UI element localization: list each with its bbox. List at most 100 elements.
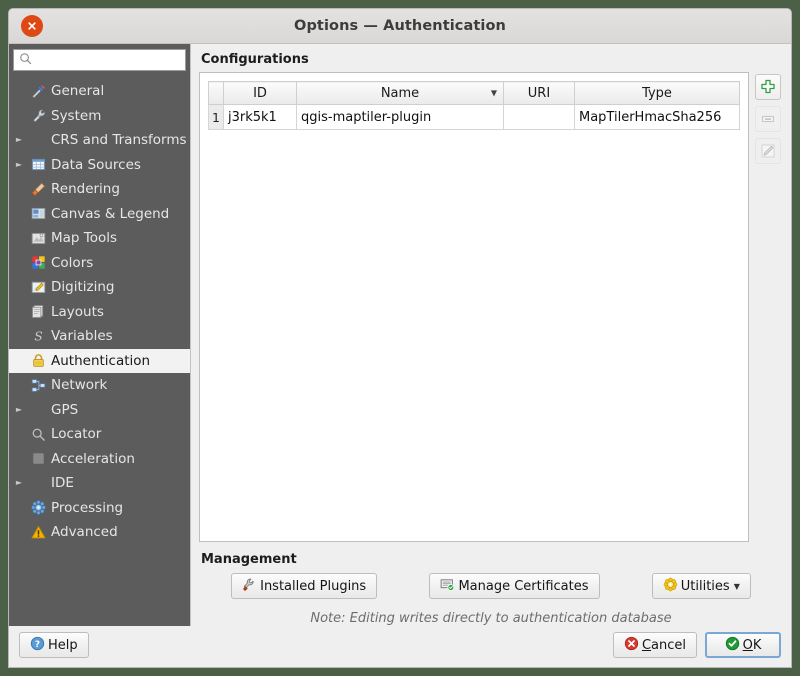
sidebar-item-canvas-legend[interactable]: Canvas & Legend [9,202,190,227]
map-tools-icon [27,231,49,246]
sidebar-item-map-tools[interactable]: Map Tools [9,226,190,251]
configurations-area: ID Name ▼ URI Type 1 j3rk5k1 qgis-maptiler… [199,72,783,542]
system-icon [27,108,49,123]
sidebar-item-label: IDE [51,475,74,492]
certificate-icon [440,577,455,596]
search-input[interactable] [32,52,180,68]
digitizing-icon [27,280,49,295]
sidebar-item-data-sources[interactable]: ► Data Sources [9,153,190,178]
expand-arrow-icon[interactable]: ► [11,479,27,487]
row-number-cell: 1 [208,104,224,130]
cell-id: j3rk5k1 [223,104,297,130]
sidebar-item-colors[interactable]: Colors [9,251,190,276]
chevron-down-icon: ▼ [733,581,740,591]
warning-icon [27,525,49,540]
general-icon [27,84,49,99]
cancel-icon [624,636,639,655]
sidebar-nav-list: General System ► CRS and Transforms ► Data So… [9,75,190,626]
options-sidebar: General System ► CRS and Transforms ► Data So… [9,44,191,626]
management-title: Management [201,552,297,567]
sidebar-item-label: Variables [51,328,113,345]
cancel-label-rest: ancel [651,637,686,653]
sidebar-item-gps[interactable]: ► GPS [9,398,190,423]
search-box[interactable] [13,49,186,71]
sidebar-item-label: Network [51,377,108,394]
edit-configuration-button[interactable] [755,138,781,164]
close-icon[interactable] [21,15,43,37]
utilities-button[interactable]: Utilities ▼ [651,573,751,599]
svg-text:?: ? [35,639,40,649]
remove-configuration-button[interactable] [755,106,781,132]
footer-actions: Cancel OK [612,632,781,658]
ok-icon [725,636,740,655]
acceleration-icon [27,451,49,466]
sidebar-item-label: Processing [51,499,124,516]
processing-icon [27,500,49,515]
sidebar-item-network[interactable]: Network [9,373,190,398]
help-button[interactable]: ? Help [19,632,89,658]
installed-plugins-label: Installed Plugins [260,578,367,594]
sidebar-item-label: Locator [51,426,102,443]
sidebar-item-advanced[interactable]: Advanced [9,520,190,545]
sidebar-item-digitizing[interactable]: Digitizing [9,275,190,300]
management-buttons-row: Installed Plugins Manage Certificates Ut… [199,573,783,601]
search-icon [27,427,49,442]
sidebar-item-label: Advanced [51,524,118,541]
sidebar-item-system[interactable]: System [9,104,190,129]
colors-icon [27,255,49,270]
expand-arrow-icon[interactable]: ► [11,160,27,169]
sidebar-item-label: GPS [51,401,79,418]
cancel-button[interactable]: Cancel [612,632,697,658]
column-header-type[interactable]: Type [574,81,740,105]
table-corner-header [208,81,224,105]
sidebar-item-locator[interactable]: Locator [9,422,190,447]
sidebar-item-variables[interactable]: S Variables [9,324,190,349]
sidebar-item-label: Data Sources [51,156,141,173]
ok-button[interactable]: OK [705,632,781,658]
sidebar-item-acceleration[interactable]: Acceleration [9,447,190,472]
add-configuration-button[interactable] [755,74,781,100]
sidebar-item-label: Acceleration [51,450,135,467]
options-main-pane: Configurations ID Name ▼ URI Type 1 j3rk… [191,44,791,626]
cell-name: qgis-maptiler-plugin [296,104,504,130]
layouts-icon [27,304,49,319]
configurations-table-frame: ID Name ▼ URI Type 1 j3rk5k1 qgis-maptiler… [199,72,749,542]
installed-plugins-button[interactable]: Installed Plugins [231,573,378,599]
sidebar-search-wrap [9,44,190,75]
table-row[interactable]: 1 j3rk5k1 qgis-maptiler-plugin MapTilerHmac… [208,104,740,130]
column-header-name-label: Name [380,85,420,101]
network-icon [27,378,49,393]
column-header-name[interactable]: Name ▼ [296,81,504,105]
expand-arrow-icon[interactable]: ► [11,405,27,414]
ok-label-rest: K [752,637,762,653]
wrench-icon [242,577,257,596]
sidebar-item-general[interactable]: General [9,79,190,104]
sidebar-item-ide[interactable]: ► IDE [9,471,190,496]
pencil-icon [761,144,775,158]
title-bar: Options — Authentication [9,9,791,44]
manage-certificates-button[interactable]: Manage Certificates [429,573,600,599]
configurations-table: ID Name ▼ URI Type 1 j3rk5k1 qgis-maptiler… [208,81,740,130]
sidebar-item-layouts[interactable]: Layouts [9,300,190,325]
variables-icon: S [27,329,49,344]
help-icon: ? [30,636,45,655]
lock-icon [27,353,49,368]
sidebar-item-crs-and-transforms[interactable]: ► CRS and Transforms [9,128,190,153]
cancel-accel-letter: C [641,637,652,653]
manage-certificates-label: Manage Certificates [458,578,589,594]
sidebar-item-authentication[interactable]: Authentication [9,348,190,373]
sidebar-item-processing[interactable]: Processing [9,496,190,521]
column-header-uri[interactable]: URI [503,81,575,105]
sidebar-item-label: Authentication [51,352,151,369]
sidebar-item-rendering[interactable]: Rendering [9,177,190,202]
sidebar-item-label: Digitizing [51,279,115,296]
utilities-label: Utilities [680,578,730,594]
search-icon [19,52,32,69]
expand-arrow-icon[interactable]: ► [11,136,27,144]
canvas-legend-icon [27,206,49,221]
sidebar-item-label: CRS and Transforms [51,132,187,149]
ok-label: OK [743,638,762,653]
column-header-id[interactable]: ID [223,81,297,105]
plus-icon [761,79,775,94]
sidebar-item-label: Canvas & Legend [51,205,170,222]
